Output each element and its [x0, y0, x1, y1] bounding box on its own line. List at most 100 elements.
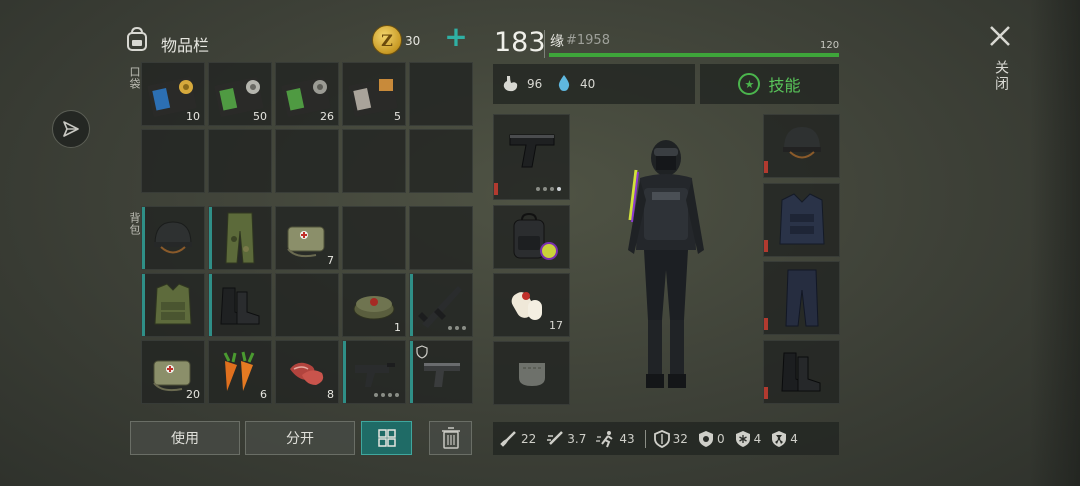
police-pants-icon: [785, 269, 819, 327]
use-button[interactable]: 使用: [130, 421, 240, 455]
backpack-slot[interactable]: [409, 340, 473, 404]
backpack-slot[interactable]: 1: [342, 273, 406, 337]
pocket-slot[interactable]: 26: [275, 62, 339, 126]
backpack-slot[interactable]: [342, 340, 406, 404]
water-drop-icon: [558, 75, 570, 91]
trash-button[interactable]: [429, 421, 472, 455]
item-count: 20: [186, 388, 200, 401]
pockets-label: 口袋: [128, 66, 141, 90]
armor-stat: 32: [653, 429, 688, 448]
move-speed-stat: 43: [596, 430, 635, 448]
stats-divider: [644, 429, 646, 448]
empty-slot[interactable]: [141, 129, 205, 193]
helmet-icon: [783, 127, 821, 159]
attack-speed-value: 3.7: [567, 431, 587, 446]
dark-id-card-icon: [348, 77, 398, 117]
item-count: 7: [327, 254, 334, 267]
durability-bar: [764, 240, 768, 252]
backpack-slot[interactable]: [208, 206, 272, 270]
durability-bar: [764, 318, 768, 330]
camo-pants-icon: [225, 212, 255, 264]
pistol-icon: [509, 134, 555, 168]
empty-slot[interactable]: [409, 129, 473, 193]
sword-icon: [500, 430, 516, 447]
close-label[interactable]: 关闭: [991, 60, 1011, 92]
right-edge-shade: [1030, 0, 1080, 486]
backpack-slot[interactable]: 6: [208, 340, 272, 404]
running-icon: [596, 430, 613, 447]
split-button[interactable]: 分开: [245, 421, 355, 455]
trash-icon: [441, 427, 460, 449]
close-icon[interactable]: [986, 22, 1014, 50]
pocket-slot-equipped[interactable]: [493, 341, 570, 405]
empty-slot[interactable]: [342, 206, 406, 270]
xp-bar-fill: [549, 53, 839, 57]
legs-slot[interactable]: [763, 261, 840, 335]
empty-slot[interactable]: [275, 129, 339, 193]
item-count: 6: [260, 388, 267, 401]
thirst-value: 40: [580, 77, 596, 91]
skills-button[interactable]: ★ 技能: [700, 64, 839, 104]
helmet-icon: [154, 221, 192, 254]
backpack-slot[interactable]: [141, 273, 205, 337]
pocket-slot[interactable]: 5: [342, 62, 406, 126]
damage-stat: 22: [500, 430, 536, 448]
coin-count: 30: [405, 34, 421, 48]
sort-grid-button[interactable]: [361, 421, 412, 455]
send-button[interactable]: [52, 110, 90, 148]
snowflake-shield-icon: [735, 430, 750, 447]
radiation-resist-value: 4: [790, 431, 798, 446]
empty-slot[interactable]: [342, 129, 406, 193]
coin-icon: Z: [372, 25, 402, 55]
backpack-slot[interactable]: 7: [275, 206, 339, 270]
empty-slot[interactable]: [409, 206, 473, 270]
empty-slot[interactable]: [275, 273, 339, 337]
player-level: 183: [494, 27, 546, 58]
item-count: 50: [253, 110, 267, 123]
item-count: 5: [394, 110, 401, 123]
pocket-slot[interactable]: 10: [141, 62, 205, 126]
backpack-slot[interactable]: 20: [141, 340, 205, 404]
attachment-dots: [536, 187, 561, 191]
bandage-slot[interactable]: 17: [493, 273, 570, 337]
cold-resist-stat: 4: [735, 430, 762, 448]
shield-badge-icon: [416, 345, 428, 359]
survival-stats: 96 40: [493, 64, 695, 104]
bandage-icon: [511, 292, 542, 320]
body-slot[interactable]: [763, 183, 840, 257]
send-icon: [63, 121, 79, 137]
uzi-icon: [355, 363, 395, 387]
attachment-dots: [448, 326, 466, 330]
backpack-slot[interactable]: [409, 273, 473, 337]
head-slot[interactable]: [763, 114, 840, 178]
boots-icon: [220, 287, 260, 325]
armor-value: 32: [672, 431, 688, 446]
player-id: #1958: [566, 33, 610, 48]
landmine-icon: [353, 296, 395, 320]
bandage-count: 17: [549, 319, 563, 332]
empty-slot[interactable]: [409, 62, 473, 126]
backpack-slot-equipped[interactable]: [493, 205, 570, 269]
inventory-title: 物品栏: [161, 36, 210, 55]
move-speed-value: 43: [619, 431, 635, 446]
player-character: [628, 140, 704, 388]
backpack-slot[interactable]: [208, 273, 272, 337]
item-count: 1: [394, 321, 401, 334]
weapon-slot[interactable]: [493, 114, 570, 200]
feet-slot[interactable]: [763, 340, 840, 404]
attack-speed-icon: [547, 430, 564, 445]
xp-value: 120: [820, 40, 840, 51]
empty-slot[interactable]: [208, 129, 272, 193]
backpack-slot[interactable]: [141, 206, 205, 270]
radiation-shield-icon: [772, 430, 787, 447]
cold-resist-value: 4: [753, 431, 762, 446]
boots-icon: [781, 352, 821, 392]
pocket-slot[interactable]: 50: [208, 62, 272, 126]
add-coins-button[interactable]: +: [444, 23, 468, 51]
backpack-icon: [127, 26, 147, 51]
skills-label: 技能: [768, 76, 801, 95]
backpack-slot[interactable]: 8: [275, 340, 339, 404]
camo-vest-icon: [154, 283, 192, 325]
item-count: 8: [327, 388, 334, 401]
attack-speed-stat: 3.7: [546, 430, 586, 448]
